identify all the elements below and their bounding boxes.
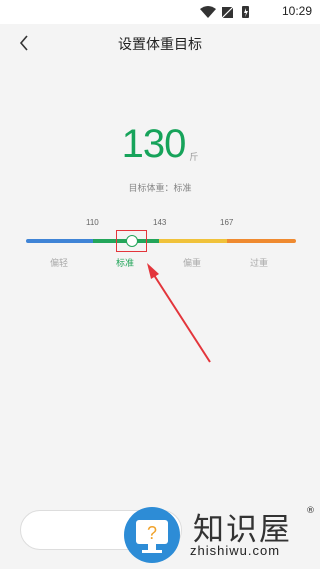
tick-label: 167: [220, 218, 234, 227]
title-bar: 设置体重目标: [0, 24, 320, 64]
slider-handle[interactable]: [126, 235, 138, 247]
weight-scale-slider[interactable]: [26, 239, 296, 243]
scale-segment-obese: [227, 239, 296, 243]
category-label-active: 标准: [116, 259, 135, 269]
svg-text:?: ?: [147, 523, 157, 543]
watermark-registered: ®: [306, 506, 315, 516]
category-label: 偏轻: [50, 259, 69, 269]
category-label: 偏重: [183, 259, 202, 269]
scale-segment-underweight: [26, 239, 93, 243]
tick-label: 110: [86, 218, 99, 227]
wifi-icon: [200, 6, 216, 18]
tick-label: 143: [153, 218, 167, 227]
weight-unit: 斤: [189, 153, 199, 163]
scale-segment-overweight: [159, 239, 227, 243]
annotation-arrow-icon: [147, 263, 211, 363]
category-label: 过重: [250, 259, 269, 269]
status-time: 10:29: [281, 4, 312, 18]
page-title: 设置体重目标: [118, 37, 202, 53]
weight-value: 130: [121, 122, 187, 166]
target-weight-label: 目标体重：标准: [128, 184, 192, 194]
weight-display: 130 斤: [0, 122, 320, 167]
watermark-url: zhishiwu.com: [190, 543, 281, 558]
watermark-logo-icon: ?: [124, 507, 180, 563]
status-bar: 10:29: [0, 0, 320, 24]
status-icons: [200, 6, 249, 19]
